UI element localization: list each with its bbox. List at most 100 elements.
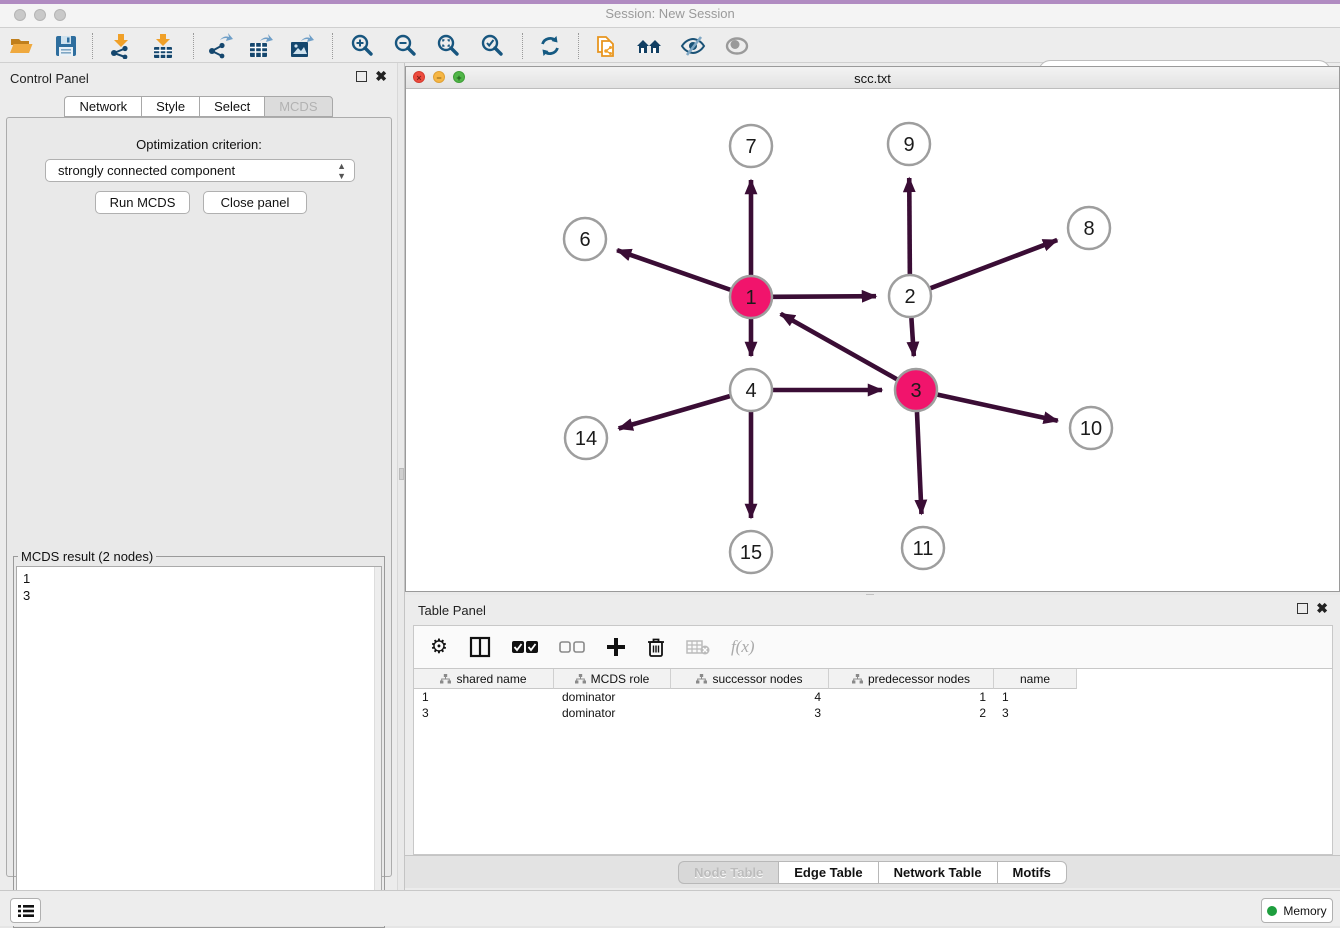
hide-selected-icon[interactable] [679, 32, 707, 60]
svg-text:3: 3 [910, 380, 921, 402]
table-cell[interactable]: 1 [414, 689, 554, 705]
title-bar: Session: New Session [0, 0, 1340, 28]
node-2[interactable]: 2 [889, 275, 931, 317]
node-15[interactable]: 15 [730, 531, 772, 573]
splitter-grip[interactable] [399, 468, 404, 480]
export-table-icon[interactable] [247, 32, 275, 60]
table-cell[interactable]: 3 [994, 705, 1077, 721]
destroy-table-icon[interactable] [686, 639, 710, 655]
column-label: name [1020, 672, 1050, 686]
float-panel-icon[interactable] [356, 71, 367, 82]
control-panel: Control Panel ✖ NetworkStyleSelectMCDS O… [0, 63, 397, 890]
column-header-MCDS-role[interactable]: MCDS role [554, 669, 671, 689]
show-all-icon[interactable] [723, 32, 751, 60]
optimization-criterion-select[interactable]: strongly connected component ▲▼ [45, 159, 355, 182]
import-network-icon[interactable] [107, 32, 135, 60]
table-cell[interactable]: 1 [994, 689, 1077, 705]
edge-2-8[interactable] [931, 240, 1058, 288]
column-label: shared name [456, 672, 526, 686]
deselect-all-icon[interactable] [559, 641, 585, 654]
mcds-result-textarea[interactable]: 13 [16, 566, 382, 925]
edge-2-9[interactable] [909, 178, 910, 274]
column-header-successor-nodes[interactable]: successor nodes [671, 669, 829, 689]
tab-node-table[interactable]: Node Table [678, 861, 778, 884]
tab-network-table[interactable]: Network Table [878, 861, 997, 884]
main-toolbar [0, 28, 1340, 63]
table-cell[interactable]: 3 [414, 705, 554, 721]
zoom-fit-icon[interactable] [435, 32, 463, 60]
zoom-out-icon[interactable] [392, 32, 420, 60]
float-panel-icon[interactable] [1297, 603, 1308, 614]
function-builder-icon[interactable]: f(x) [731, 637, 755, 657]
node-1[interactable]: 1 [730, 276, 772, 318]
svg-text:11: 11 [913, 538, 934, 560]
node-6[interactable]: 6 [564, 218, 606, 260]
memory-label: Memory [1283, 904, 1326, 918]
node-10[interactable]: 10 [1070, 407, 1112, 449]
node-11[interactable]: 11 [902, 527, 944, 569]
tab-motifs[interactable]: Motifs [997, 861, 1067, 884]
tab-edge-table[interactable]: Edge Table [778, 861, 877, 884]
add-column-icon[interactable] [606, 637, 626, 657]
column-layout-icon[interactable] [469, 636, 491, 658]
tab-mcds[interactable]: MCDS [264, 96, 332, 117]
edge-3-1[interactable] [781, 314, 897, 380]
close-panel-icon[interactable]: ✖ [1316, 603, 1328, 614]
open-session-icon[interactable] [8, 32, 36, 60]
node-9[interactable]: 9 [888, 123, 930, 165]
edge-1-2[interactable] [773, 296, 876, 297]
memory-button[interactable]: Memory [1261, 898, 1333, 923]
delete-column-icon[interactable] [647, 637, 665, 658]
svg-text:15: 15 [740, 542, 762, 564]
svg-text:6: 6 [579, 229, 590, 251]
table-cell[interactable]: dominator [554, 705, 671, 721]
edge-3-10[interactable] [937, 395, 1057, 421]
vertical-splitter[interactable] [397, 63, 405, 890]
refresh-icon[interactable] [536, 32, 564, 60]
import-table-icon[interactable] [149, 32, 177, 60]
close-panel-icon[interactable]: ✖ [375, 71, 387, 82]
table-row[interactable]: 3dominator323 [414, 705, 1332, 721]
export-image-icon[interactable] [288, 32, 316, 60]
list-icon [18, 904, 34, 918]
node-8[interactable]: 8 [1068, 207, 1110, 249]
first-neighbors-icon[interactable] [635, 32, 663, 60]
tab-style[interactable]: Style [141, 96, 199, 117]
edge-4-14[interactable] [619, 396, 730, 428]
node-3[interactable]: 3 [895, 369, 937, 411]
table-cell[interactable]: 4 [671, 689, 829, 705]
table-cell[interactable]: 3 [671, 705, 829, 721]
table-cell[interactable]: 1 [829, 689, 994, 705]
column-header-shared-name[interactable]: shared name [414, 669, 554, 689]
node-7[interactable]: 7 [730, 125, 772, 167]
column-header-predecessor-nodes[interactable]: predecessor nodes [829, 669, 994, 689]
column-header-name[interactable]: name [994, 669, 1077, 689]
duplicate-network-icon[interactable] [592, 32, 620, 60]
node-14[interactable]: 14 [565, 417, 607, 459]
table-options-icon[interactable]: ⚙ [430, 637, 448, 657]
tab-select[interactable]: Select [199, 96, 264, 117]
show-panels-button[interactable] [10, 898, 41, 923]
svg-text:2: 2 [904, 286, 915, 308]
node-table[interactable]: shared name MCDS rolesuccessor nodesprede… [413, 668, 1333, 855]
table-cell[interactable]: 2 [829, 705, 994, 721]
zoom-in-icon[interactable] [349, 32, 377, 60]
run-mcds-button[interactable]: Run MCDS [95, 191, 190, 214]
node-4[interactable]: 4 [730, 369, 772, 411]
svg-text:8: 8 [1083, 218, 1094, 240]
tab-network[interactable]: Network [64, 96, 141, 117]
select-all-icon[interactable] [512, 641, 538, 654]
close-panel-button[interactable]: Close panel [203, 191, 307, 214]
svg-text:10: 10 [1080, 418, 1102, 440]
edge-2-3[interactable] [911, 318, 913, 356]
edge-1-6[interactable] [617, 250, 730, 290]
table-cell[interactable]: dominator [554, 689, 671, 705]
network-canvas[interactable]: 7 9 6 8 1 2 4 3 14 10 15 11 [406, 89, 1339, 591]
export-network-icon[interactable] [206, 32, 234, 60]
mcds-result-group: MCDS result (2 nodes) 13 [13, 556, 385, 928]
save-session-icon[interactable] [52, 32, 80, 60]
edge-3-11[interactable] [917, 412, 922, 514]
mcds-result-scrollbar[interactable] [374, 567, 381, 924]
zoom-selected-icon[interactable] [479, 32, 507, 60]
table-row[interactable]: 1dominator411 [414, 689, 1332, 705]
